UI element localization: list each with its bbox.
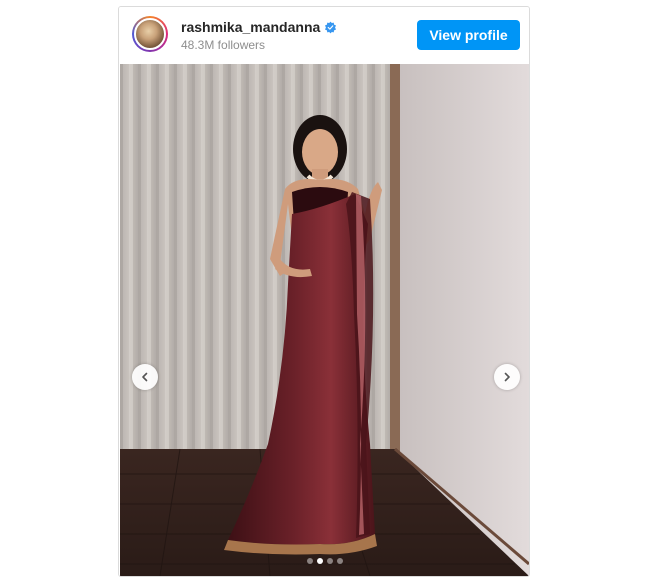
carousel-dot [336, 558, 343, 564]
instagram-embed: rashmika_mandanna 48.3M followers View p… [118, 6, 530, 577]
verified-badge-icon [325, 21, 337, 33]
post-image[interactable] [120, 64, 529, 576]
view-profile-button[interactable]: View profile [417, 20, 520, 50]
post-header: rashmika_mandanna 48.3M followers View p… [119, 7, 529, 63]
profile-avatar[interactable] [132, 16, 168, 52]
carousel-dot [326, 558, 333, 564]
carousel-prev-button[interactable] [132, 364, 158, 390]
chevron-left-icon [142, 372, 148, 382]
chevron-right-icon [504, 372, 510, 382]
carousel-dots [120, 558, 529, 564]
carousel-next-button[interactable] [494, 364, 520, 390]
username-row: rashmika_mandanna [181, 19, 337, 35]
avatar-image [134, 18, 166, 50]
carousel-dot [316, 558, 323, 564]
carousel-dot [306, 558, 313, 564]
photo-illustration [120, 64, 529, 576]
follower-count: 48.3M followers [181, 38, 266, 52]
username[interactable]: rashmika_mandanna [181, 19, 320, 35]
